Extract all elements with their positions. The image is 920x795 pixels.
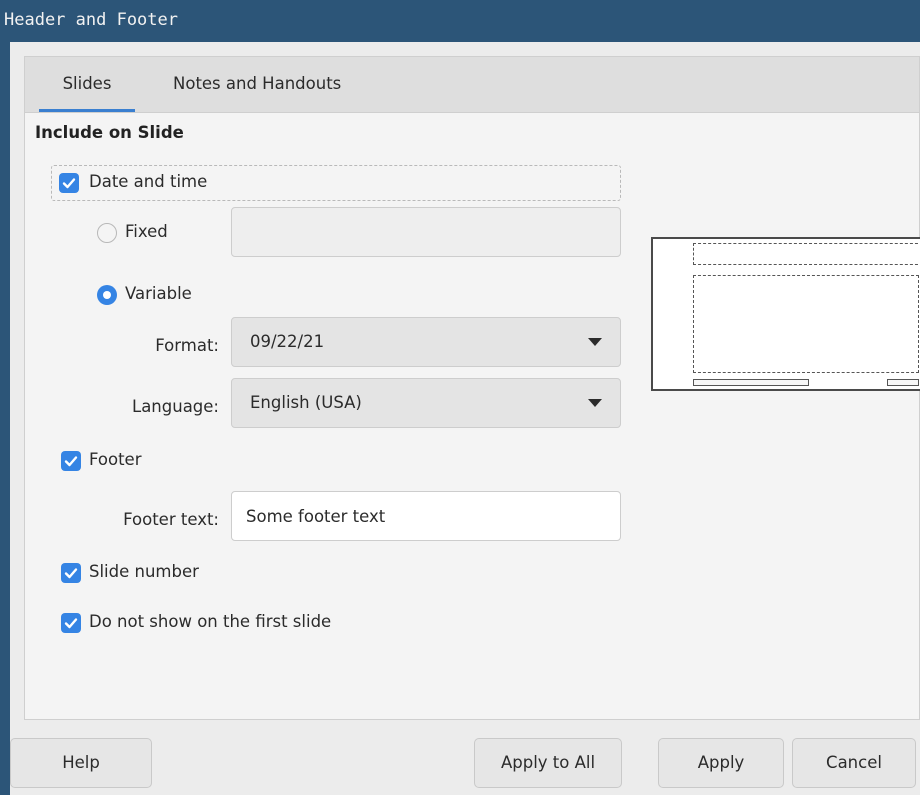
language-dropdown[interactable]: English (USA) [231,378,621,428]
checkmark-icon [64,618,78,629]
slide-number-label: Slide number [89,562,199,581]
format-dropdown[interactable]: 09/22/21 [231,317,621,367]
date-time-label: Date and time [89,172,208,191]
header-footer-dialog: Slides Notes and Handouts Include on Sli… [10,42,920,795]
checkmark-icon [62,178,76,189]
tab-slides[interactable]: Slides [39,57,135,113]
tab-notes-and-handouts[interactable]: Notes and Handouts [165,57,349,113]
preview-slide-number-placeholder [887,379,919,386]
title-bar: Header and Footer [0,0,920,42]
language-value: English (USA) [250,393,362,412]
language-label: Language: [132,397,219,416]
window-title: Header and Footer [4,10,178,30]
slide-number-checkbox[interactable] [61,563,81,583]
not-first-slide-label: Do not show on the first slide [89,612,332,631]
cancel-button[interactable]: Cancel [792,738,916,788]
chevron-down-icon [588,399,602,407]
window-frame [0,42,10,795]
footer-text-label: Footer text: [123,510,219,529]
preview-footer-placeholder [693,379,809,386]
variable-label: Variable [125,284,192,303]
apply-button[interactable]: Apply [658,738,784,788]
format-label: Format: [155,336,219,355]
apply-to-all-button[interactable]: Apply to All [474,738,622,788]
checkmark-icon [64,568,78,579]
footer-checkbox[interactable] [61,451,81,471]
footer-label: Footer [89,450,142,469]
preview-title-placeholder [693,243,920,265]
fixed-date-input[interactable] [231,207,621,257]
not-first-slide-checkbox[interactable] [61,613,81,633]
slide-preview [651,237,920,391]
section-title: Include on Slide [35,123,184,142]
checkmark-icon [64,456,78,467]
format-value: 09/22/21 [250,332,325,351]
chevron-down-icon [588,338,602,346]
footer-text-input[interactable] [231,491,621,541]
fixed-radio[interactable] [97,223,117,243]
preview-content-placeholder [693,275,919,373]
fixed-label: Fixed [125,222,168,241]
variable-radio[interactable] [97,285,117,305]
tab-bar: Slides Notes and Handouts [24,56,920,113]
date-time-checkbox[interactable] [59,173,79,193]
help-button[interactable]: Help [10,738,152,788]
slides-panel: Include on Slide Date and time Fixed Var… [24,112,920,720]
